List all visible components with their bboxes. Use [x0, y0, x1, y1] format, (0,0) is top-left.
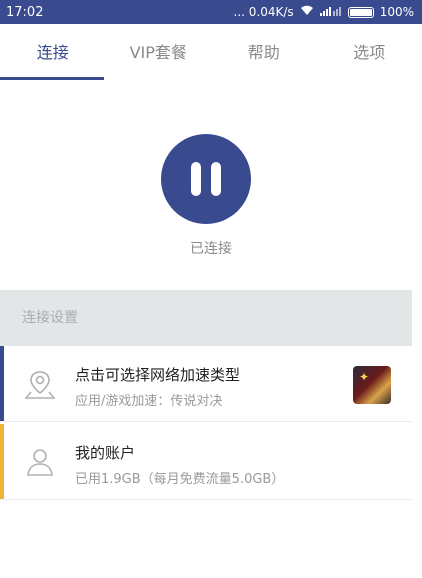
- my-account-row[interactable]: 我的账户 已用1.9GB（每月免费流量5.0GB）: [0, 424, 412, 500]
- acceleration-type-title: 点击可选择网络加速类型: [75, 366, 241, 384]
- section-header-connection-settings: 连接设置: [0, 290, 412, 346]
- game-logo: ✦: [359, 370, 370, 384]
- acceleration-type-subtitle: 应用/游戏加速：传说对决: [75, 394, 223, 409]
- tab-bar: 连接 VIP套餐 帮助 选项: [0, 24, 422, 82]
- battery-icon: [347, 6, 374, 18]
- my-account-subtitle: 已用1.9GB（每月免费流量5.0GB）: [75, 472, 285, 487]
- tab-options[interactable]: 选项: [317, 24, 422, 82]
- my-account-title: 我的账户: [75, 444, 136, 462]
- net-speed: ... 0.04K/s: [233, 5, 294, 19]
- user-icon: [22, 444, 58, 480]
- pause-icon: [191, 162, 201, 196]
- row-accent: [0, 346, 4, 421]
- tab-connect[interactable]: 连接: [0, 24, 106, 82]
- signal-icon: [319, 5, 342, 19]
- game-thumbnail: ✦: [353, 366, 391, 404]
- status-bar: 17:02 ... 0.04K/s 100%: [0, 0, 422, 24]
- row-accent: [0, 424, 4, 499]
- tab-help[interactable]: 帮助: [211, 24, 317, 82]
- connection-status: 已连接: [190, 241, 232, 257]
- connection-toggle-button[interactable]: [161, 134, 251, 224]
- status-time: 17:02: [6, 4, 44, 20]
- location-pin-icon: [22, 366, 58, 402]
- battery-percent: 100%: [379, 5, 414, 19]
- acceleration-type-row[interactable]: 点击可选择网络加速类型 应用/游戏加速：传说对决: [0, 346, 412, 422]
- tab-vip-plans[interactable]: VIP套餐: [106, 24, 212, 82]
- wifi-icon: [300, 5, 314, 19]
- status-right: ... 0.04K/s 100%: [234, 5, 414, 19]
